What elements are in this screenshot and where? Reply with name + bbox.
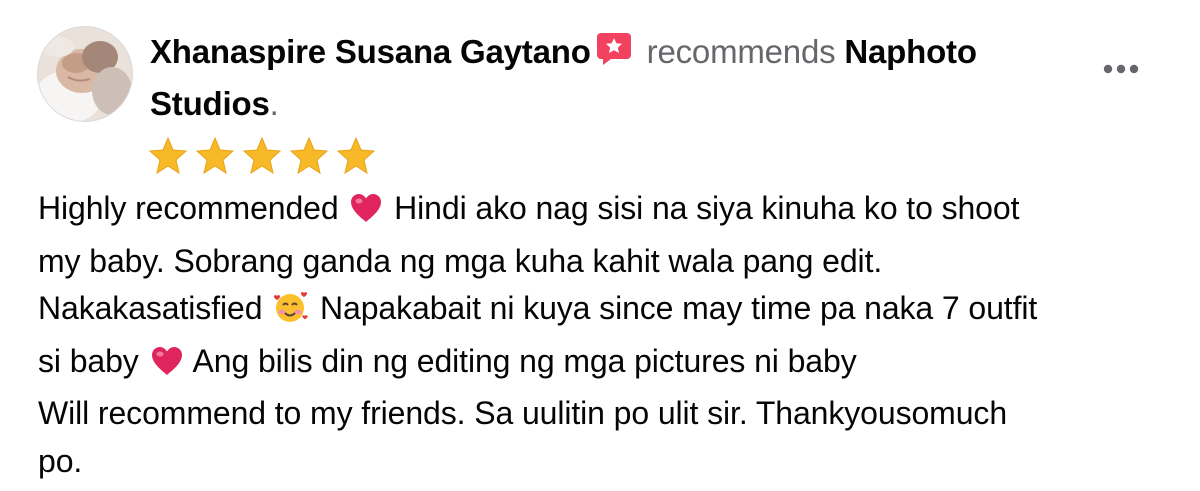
review-card: Xhanaspire Susana Gaytano recommends Nap…	[0, 0, 1200, 491]
red-heart-emoji	[349, 190, 383, 238]
review-line: Highly recommended Hindi ako nag sisi na…	[38, 185, 1158, 238]
review-text-segment: Hindi ako nag sisi na siya kinuha ko to …	[394, 190, 1020, 226]
review-text-segment: Ang bilis din ng editing ng mga pictures…	[192, 342, 857, 379]
avatar[interactable]	[37, 26, 133, 122]
review-line: Nakakasatisfied Napakabait ni kuya since…	[38, 285, 1158, 338]
review-line: Will recommend to my friends. Sa uulitin…	[38, 390, 1158, 438]
review-text-segment: po.	[38, 442, 83, 479]
review-text: Highly recommended Hindi ako nag sisi na…	[38, 185, 1158, 485]
rating-stars	[147, 136, 382, 176]
recommendation-badge-icon	[595, 31, 633, 80]
smiling-face-with-hearts-emoji	[273, 290, 309, 338]
review-line: my baby. Sobrang ganda ng mga kuha kahit…	[38, 238, 1158, 286]
red-heart-emoji	[150, 343, 184, 391]
more-options-icon	[1103, 64, 1139, 74]
review-text-segment: Highly recommended	[38, 190, 339, 226]
review-text-segment: si baby	[38, 342, 139, 379]
baby-photo-image	[38, 27, 132, 121]
star-icon	[336, 136, 376, 175]
star-icon	[242, 136, 282, 175]
review-line: si baby Ang bilis din ng editing ng mga …	[38, 338, 1158, 391]
review-text-segment: my baby. Sobrang ganda ng mga kuha kahit…	[38, 242, 883, 279]
review-text-segment: Will recommend to my friends. Sa uulitin…	[38, 395, 1008, 431]
review-header: Xhanaspire Susana Gaytano recommends Nap…	[150, 28, 1070, 128]
star-icon	[148, 136, 188, 175]
star-icon	[289, 136, 329, 175]
page-name-part2: Studios	[150, 85, 270, 122]
review-text-segment: Napakabait ni kuya since may time pa nak…	[320, 290, 1038, 326]
star-icon	[195, 136, 235, 175]
review-line: po.	[38, 438, 1158, 486]
recommends-label: recommends	[646, 33, 836, 70]
page-name-part1: Naphoto	[844, 33, 977, 70]
author-name[interactable]: Xhanaspire Susana Gaytano	[150, 33, 591, 70]
sentence-period: .	[269, 85, 279, 122]
review-text-segment: Nakakasatisfied	[38, 290, 263, 326]
more-options-button[interactable]	[1096, 51, 1146, 87]
